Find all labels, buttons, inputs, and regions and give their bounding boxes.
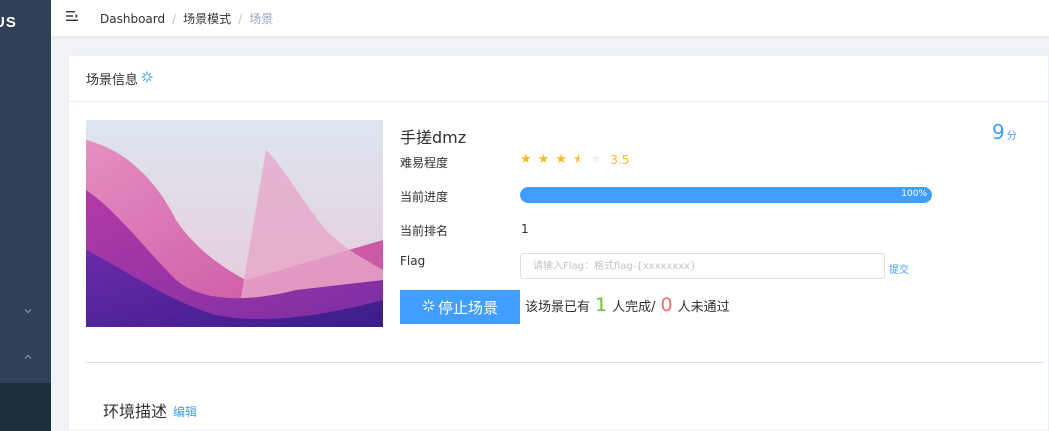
breadcrumb-separator: / <box>238 11 243 26</box>
edit-description-link[interactable]: 编辑 <box>173 403 197 420</box>
breadcrumb-dashboard[interactable]: Dashboard <box>100 12 165 26</box>
scene-cover-image <box>86 120 383 327</box>
score-value: 9 <box>992 120 1005 144</box>
failed-suffix: 人未通过 <box>677 300 730 315</box>
breadcrumb-scene: 场景 <box>249 12 274 26</box>
progress-label: 当前进度 <box>400 190 449 204</box>
star-icon: ★ <box>520 152 532 167</box>
scene-stats: 该场景已有 1 人完成/ 0 人未通过 <box>525 294 730 316</box>
breadcrumb-scene-mode[interactable]: 场景模式 <box>183 10 231 27</box>
rating-text: 3.5 <box>610 153 630 167</box>
completed-count: 1 <box>595 294 608 316</box>
sidebar: US <box>0 0 51 431</box>
chevron-up-icon[interactable] <box>22 352 34 364</box>
sidebar-active-item[interactable] <box>0 383 51 431</box>
failed-count: 0 <box>660 294 673 316</box>
chevron-down-icon[interactable] <box>22 306 34 318</box>
rank-label: 当前排名 <box>400 224 449 238</box>
scene-info-card: 场景信息 手搓dmz 9 分 难易程度 ★ ★ ★ ★ ★ 3.5 当前进度 1… <box>68 55 1049 431</box>
breadcrumb-separator: / <box>172 11 177 26</box>
flag-input[interactable] <box>520 253 885 279</box>
sidebar-logo: US <box>0 14 17 31</box>
star-icon: ★ <box>555 152 567 167</box>
stats-prefix: 该场景已有 <box>525 300 591 315</box>
stop-scene-button[interactable]: 停止场景 <box>400 290 520 324</box>
breadcrumb: Dashboard / 场景模式 / 场景 <box>100 10 273 27</box>
submit-flag-link[interactable]: 提交 <box>889 261 909 276</box>
star-empty-icon: ★ <box>590 152 603 167</box>
rank-value: 1 <box>521 222 529 236</box>
loading-icon <box>141 70 153 87</box>
card-header: 场景信息 <box>69 56 1048 102</box>
completed-suffix: 人完成/ <box>612 300 656 315</box>
card-title: 场景信息 <box>86 73 139 88</box>
difficulty-label: 难易程度 <box>400 156 449 170</box>
scene-score: 9分 <box>992 120 1017 144</box>
star-half-icon: ★ <box>572 152 585 167</box>
scene-title: 手搓dmz <box>400 128 467 147</box>
progress-bar-fill <box>520 187 932 203</box>
stop-scene-label: 停止场景 <box>437 298 498 317</box>
env-description-title: 环境描述 <box>103 402 168 421</box>
score-unit: 分 <box>1006 131 1017 142</box>
hamburger-icon[interactable] <box>65 9 79 23</box>
progress-text: 100% <box>901 189 927 199</box>
star-icon: ★ <box>537 152 550 167</box>
section-divider <box>86 362 1044 363</box>
top-navbar: Dashboard / 场景模式 / 场景 <box>51 0 1049 36</box>
flag-label: Flag <box>400 254 426 268</box>
progress-bar: 100% <box>520 187 932 203</box>
loading-icon <box>422 298 435 316</box>
difficulty-rating: ★ ★ ★ ★ ★ 3.5 <box>520 152 630 168</box>
